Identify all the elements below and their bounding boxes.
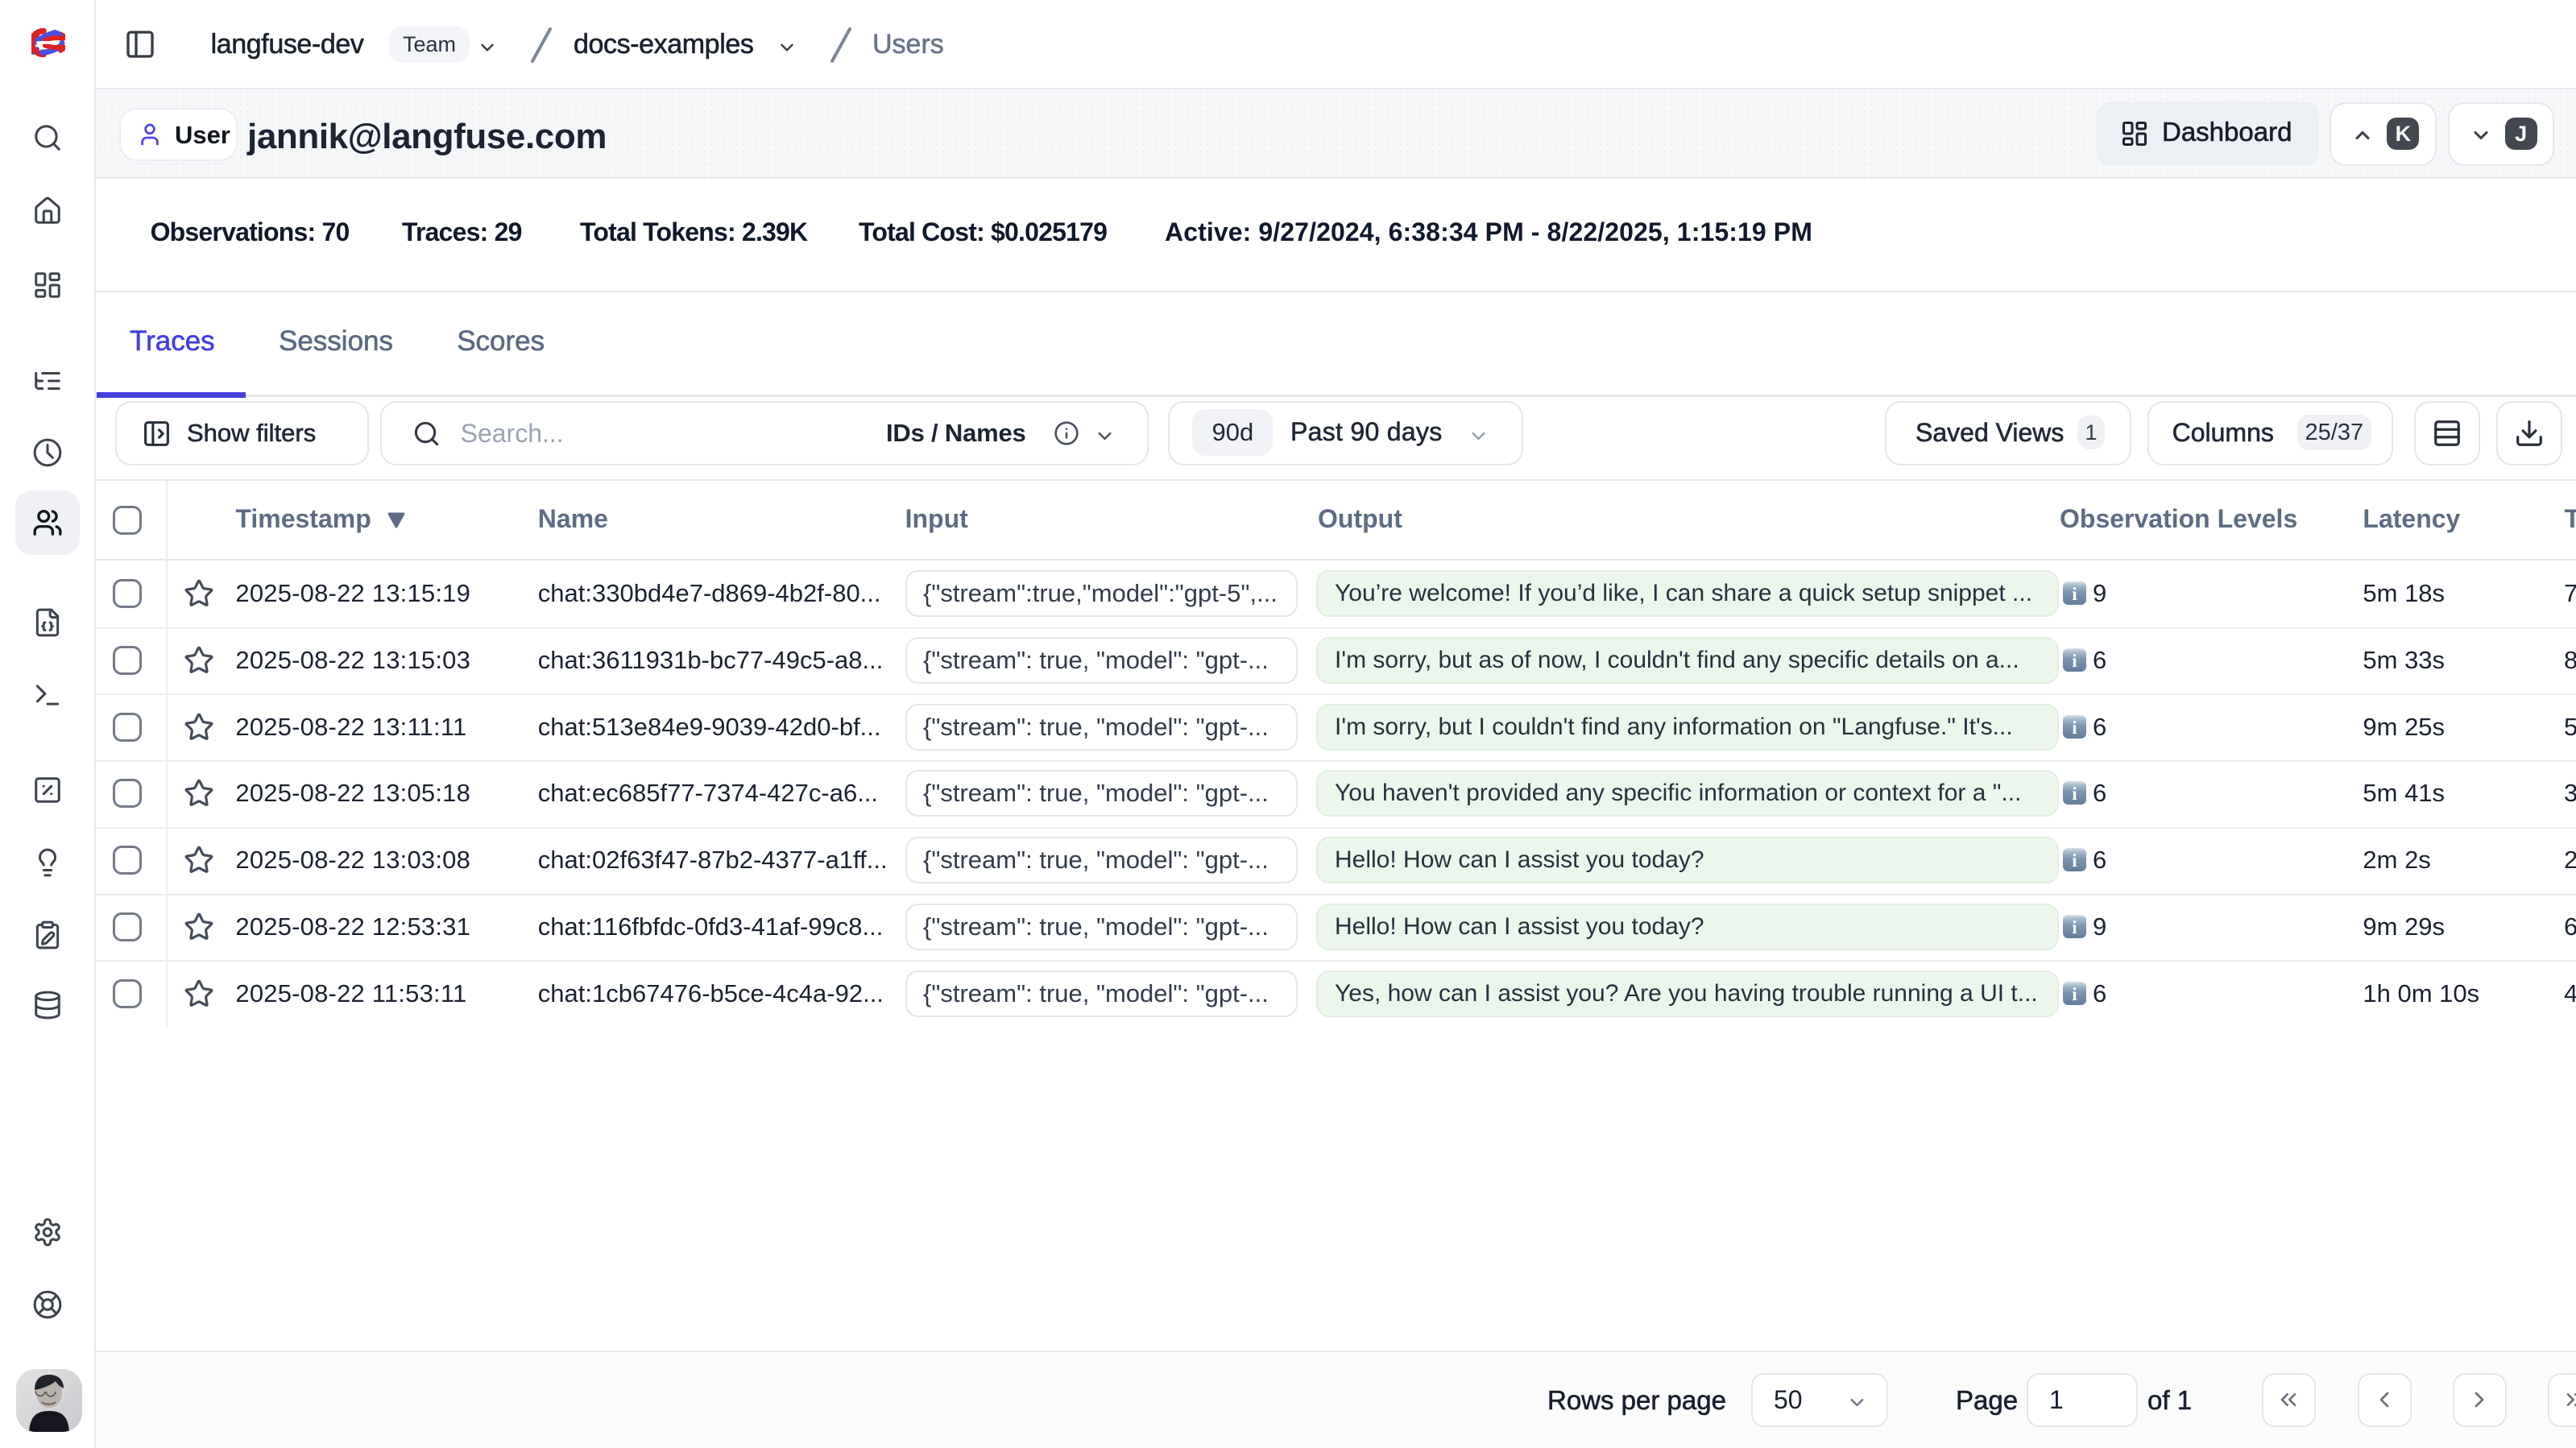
svg-text:i: i [2072, 984, 2077, 1005]
svg-text:i: i [2072, 917, 2077, 938]
svg-text:i: i [2072, 850, 2077, 871]
svg-text:i: i [2072, 651, 2077, 672]
svg-text:i: i [2072, 585, 2077, 606]
svg-text:i: i [2072, 718, 2077, 738]
svg-text:i: i [2072, 784, 2077, 805]
